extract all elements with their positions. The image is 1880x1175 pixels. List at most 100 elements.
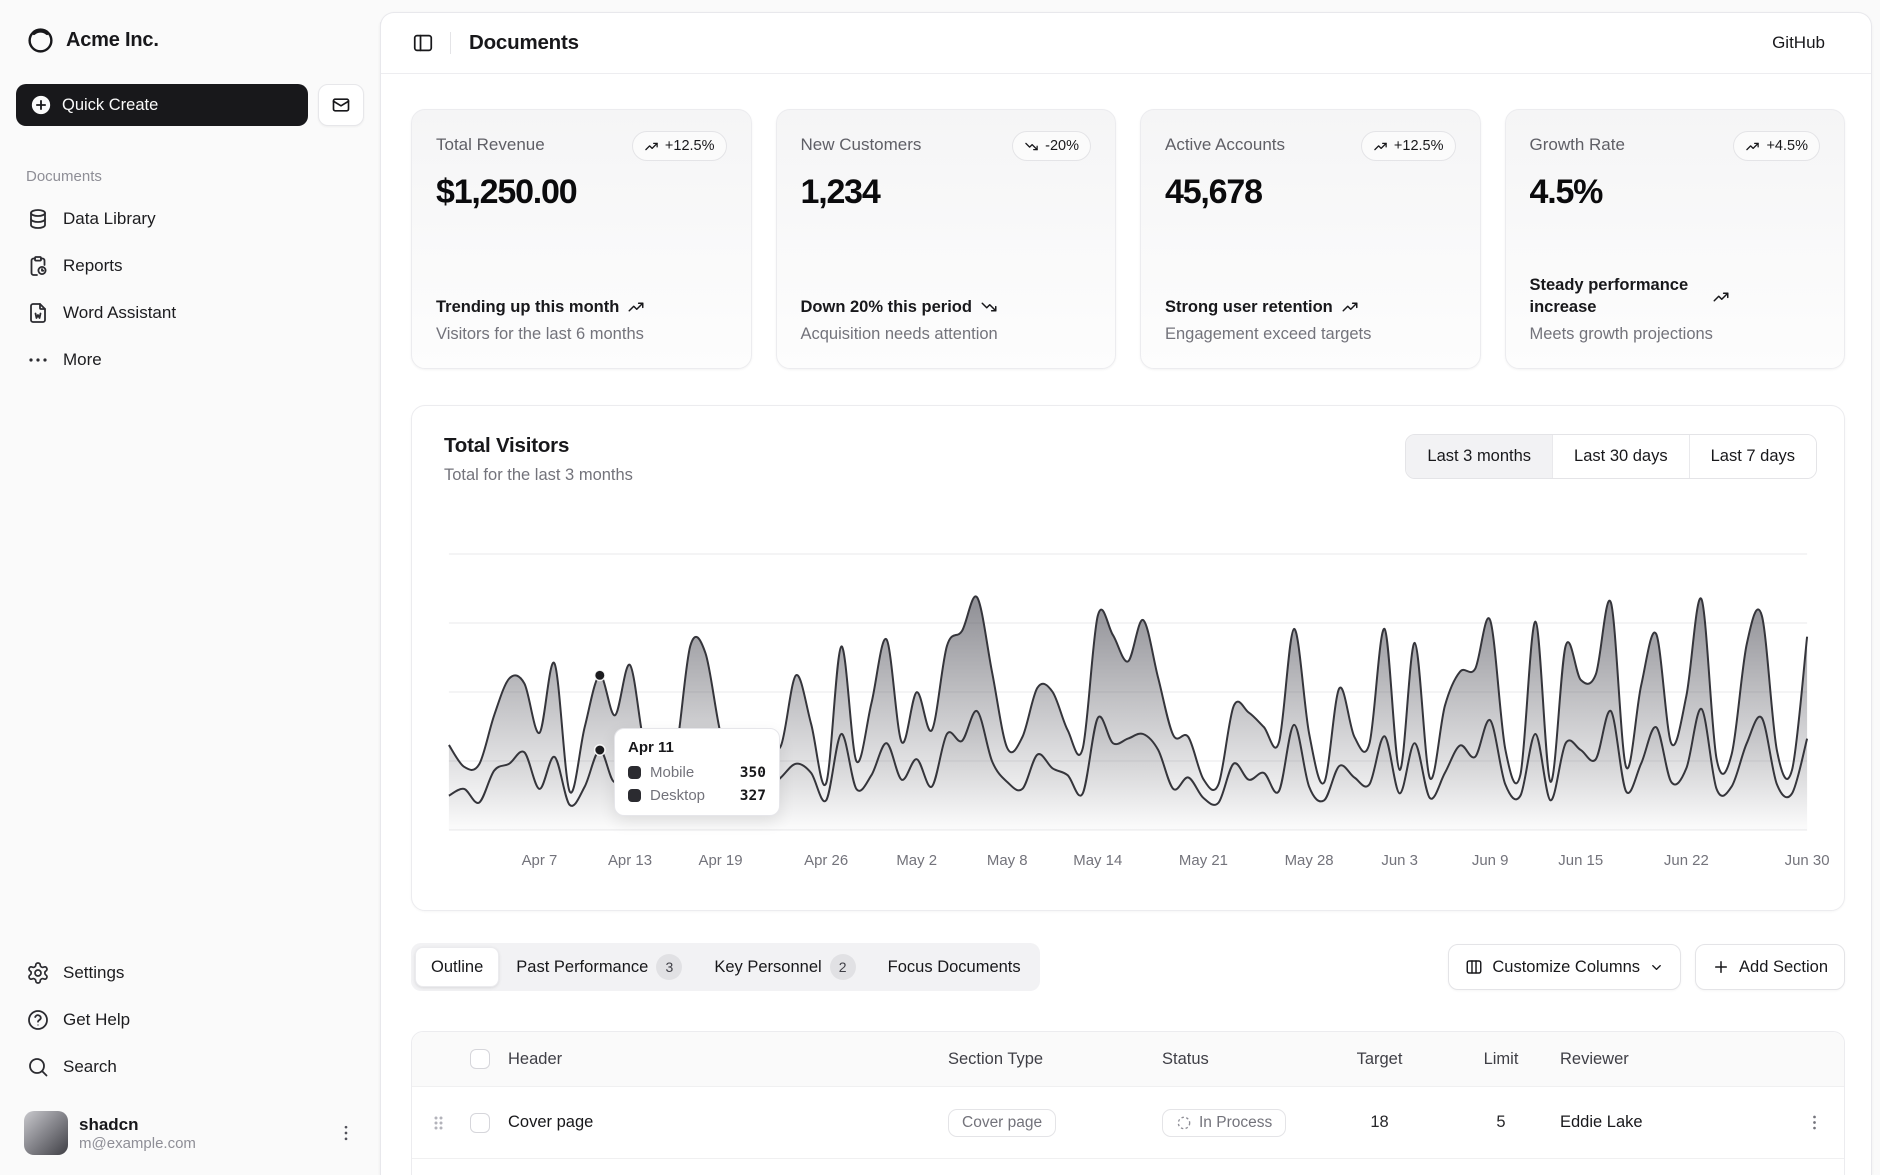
brand-name: Acme Inc.	[66, 29, 159, 52]
tab-count-badge: 2	[830, 954, 856, 980]
sidebar: Acme Inc. Quick Create Dashbo	[0, 0, 380, 1175]
plus-icon	[1712, 958, 1730, 976]
trending-down-icon	[1024, 139, 1039, 154]
dots-icon	[26, 348, 50, 372]
svg-text:May 2: May 2	[896, 852, 937, 869]
table-toolbar: Outline Past Performance 3 Key Personnel…	[411, 943, 1845, 991]
tab-key-personnel[interactable]: Key Personnel 2	[699, 947, 870, 987]
column-header: Header	[508, 1050, 948, 1069]
stat-cards: Total Revenue +12.5% $1,250.00 Trending …	[411, 109, 1845, 369]
chevron-down-icon	[1649, 960, 1664, 975]
tooltip-series-value: 327	[740, 788, 766, 804]
tooltip-series-label: Desktop	[650, 787, 705, 804]
trend-badge-value: +12.5%	[665, 138, 715, 154]
table-header-row: Header Section Type Status Target Limit …	[412, 1032, 1844, 1086]
trend-badge-value: +4.5%	[1766, 138, 1808, 154]
report-icon	[26, 254, 50, 278]
drag-handle-icon[interactable]	[412, 1114, 464, 1132]
tab-list: Outline Past Performance 3 Key Personnel…	[411, 943, 1040, 991]
desktop-swatch-icon	[628, 789, 641, 802]
row-menu-button[interactable]	[1782, 1113, 1845, 1132]
svg-text:Jun 3: Jun 3	[1381, 852, 1418, 869]
sidebar-item-label: Search	[63, 1057, 117, 1077]
sidebar-item-search[interactable]: Search	[16, 1045, 364, 1089]
card-new-customers: New Customers -20% 1,234 Down 20% this p…	[776, 109, 1117, 369]
chart-tooltip: Apr 11 Mobile 350 Desktop 327	[614, 728, 780, 816]
sidebar-item-word-assistant[interactable]: Word Assistant	[16, 291, 364, 335]
customize-columns-button[interactable]: Customize Columns	[1448, 944, 1681, 990]
user-email: m@example.com	[79, 1136, 196, 1151]
sidebar-item-settings[interactable]: Settings	[16, 951, 364, 995]
row-header-cell[interactable]: Cover page	[508, 1113, 948, 1132]
card-label: Total Revenue	[436, 131, 545, 155]
avatar	[24, 1111, 68, 1155]
table-row: Table of contents Table of contents Done…	[412, 1158, 1844, 1175]
inbox-button[interactable]	[318, 84, 364, 126]
svg-text:Jun 22: Jun 22	[1664, 852, 1709, 869]
quick-create-button[interactable]: Quick Create	[16, 84, 308, 126]
range-last-30-days[interactable]: Last 30 days	[1552, 435, 1689, 478]
tab-outline[interactable]: Outline	[415, 947, 499, 987]
loader-icon	[1176, 1115, 1192, 1131]
card-label: New Customers	[801, 131, 922, 155]
card-footer-title: Down 20% this period	[801, 297, 1092, 318]
sidebar-item-label: Data Library	[63, 209, 156, 229]
svg-text:May 8: May 8	[987, 852, 1028, 869]
sidebar-item-label: Get Help	[63, 1010, 130, 1030]
columns-icon	[1465, 958, 1483, 976]
card-value: $1,250.00	[436, 173, 727, 212]
reviewer-cell[interactable]: Eddie Lake	[1560, 1113, 1782, 1132]
visitors-chart-card: Total Visitors Total for the last 3 mont…	[411, 405, 1845, 911]
quick-create-label: Quick Create	[62, 96, 158, 115]
trending-up-icon	[1373, 139, 1388, 154]
trending-down-icon	[980, 298, 998, 316]
sections-table: Header Section Type Status Target Limit …	[411, 1031, 1845, 1175]
tab-past-performance[interactable]: Past Performance 3	[501, 947, 697, 987]
card-footer-desc: Visitors for the last 6 months	[436, 325, 727, 344]
sidebar-item-label: Settings	[63, 963, 124, 983]
trend-badge: +12.5%	[1361, 131, 1456, 161]
limit-cell[interactable]: 5	[1442, 1113, 1560, 1132]
user-menu[interactable]: shadcn m@example.com	[16, 1103, 364, 1163]
search-icon	[26, 1055, 50, 1079]
card-footer-desc: Meets growth projections	[1530, 325, 1821, 344]
select-all-checkbox[interactable]	[470, 1049, 490, 1069]
range-last-7-days[interactable]: Last 7 days	[1689, 435, 1816, 478]
dots-vertical-icon[interactable]	[336, 1123, 356, 1143]
sidebar-item-more[interactable]: More	[16, 338, 364, 382]
area-chart[interactable]: Apr 7Apr 13Apr 19Apr 26May 2May 8May 14M…	[412, 524, 1844, 910]
tab-count-badge: 3	[656, 954, 682, 980]
github-link[interactable]: GitHub	[1772, 33, 1825, 53]
card-footer-desc: Acquisition needs attention	[801, 325, 1092, 344]
trending-up-icon	[1745, 139, 1760, 154]
user-name: shadcn	[79, 1116, 196, 1133]
svg-text:Apr 26: Apr 26	[804, 852, 848, 869]
column-section-type: Section Type	[948, 1050, 1162, 1069]
sidebar-toggle-icon[interactable]	[412, 32, 434, 54]
brand[interactable]: Acme Inc.	[16, 16, 364, 64]
card-footer-title: Trending up this month	[436, 297, 727, 318]
svg-text:Jun 15: Jun 15	[1558, 852, 1603, 869]
column-status: Status	[1162, 1050, 1317, 1069]
sidebar-group-label: Documents	[16, 168, 364, 185]
trending-up-icon	[1341, 298, 1359, 316]
trend-badge: -20%	[1012, 131, 1091, 161]
tab-focus-documents[interactable]: Focus Documents	[873, 947, 1036, 987]
card-value: 4.5%	[1530, 173, 1821, 212]
svg-text:May 14: May 14	[1073, 852, 1122, 869]
target-cell[interactable]: 18	[1317, 1113, 1442, 1132]
nav-secondary: Settings Get Help Search	[16, 951, 364, 1089]
add-section-button[interactable]: Add Section	[1695, 944, 1845, 990]
content: Total Revenue +12.5% $1,250.00 Trending …	[381, 74, 1871, 1175]
help-icon	[26, 1008, 50, 1032]
card-growth-rate: Growth Rate +4.5% 4.5% Steady performanc…	[1505, 109, 1846, 369]
area-chart-svg: Apr 7Apr 13Apr 19Apr 26May 2May 8May 14M…	[412, 524, 1844, 910]
sidebar-item-get-help[interactable]: Get Help	[16, 998, 364, 1042]
sidebar-item-reports[interactable]: Reports	[16, 244, 364, 288]
range-last-3-months[interactable]: Last 3 months	[1406, 435, 1552, 478]
tooltip-series-value: 350	[740, 765, 766, 781]
column-limit: Limit	[1442, 1050, 1560, 1069]
sidebar-item-data-library[interactable]: Data Library	[16, 197, 364, 241]
row-checkbox[interactable]	[470, 1113, 490, 1133]
card-label: Active Accounts	[1165, 131, 1285, 155]
